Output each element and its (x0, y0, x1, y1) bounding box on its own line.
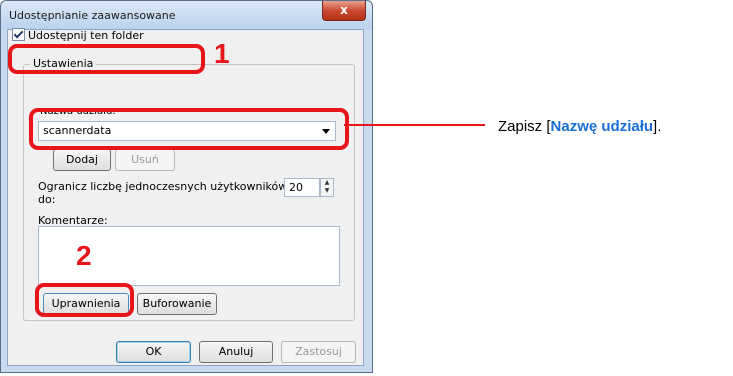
window-title: Udostępnianie zaawansowane (9, 9, 176, 22)
note-highlight: Nazwę udziału (550, 118, 654, 135)
note-suffix: ]. (653, 118, 662, 135)
title-bar[interactable]: Udostępnianie zaawansowane x (1, 1, 372, 29)
ok-button[interactable]: OK (116, 341, 191, 363)
stepper-down-icon[interactable]: ▼ (321, 187, 333, 195)
user-limit-input[interactable]: 20 (284, 178, 320, 197)
add-button[interactable]: Dodaj (53, 149, 111, 171)
callout-number-1: 1 (214, 38, 230, 69)
instruction-note: Zapisz [Nazwę udziału]. (498, 118, 661, 135)
callout-leader-line (344, 124, 485, 126)
user-limit-label-line1: Ogranicz liczbę jednoczesnych użytkownik… (38, 180, 288, 193)
stepper-up-icon[interactable]: ▲ (321, 179, 333, 187)
callout-number-2: 2 (76, 240, 92, 271)
caching-button[interactable]: Buforowanie (137, 293, 217, 315)
user-limit-label-line2: do: (38, 193, 56, 206)
callout-box-permissions (35, 283, 134, 317)
share-folder-checkbox-row[interactable]: Udostępnij ten folder (12, 28, 144, 42)
user-limit-stepper[interactable]: ▲ ▼ (320, 178, 334, 197)
apply-button[interactable]: Zastosuj (281, 341, 356, 363)
note-prefix: Zapisz [ (498, 118, 551, 135)
remove-button[interactable]: Usuń (115, 149, 175, 171)
close-button[interactable]: x (322, 1, 366, 21)
cancel-button[interactable]: Anuluj (199, 341, 273, 363)
callout-box-share-checkbox (8, 44, 205, 74)
share-folder-checkbox[interactable] (12, 28, 25, 41)
share-folder-label: Udostępnij ten folder (28, 29, 144, 42)
callout-box-share-name (29, 108, 349, 150)
